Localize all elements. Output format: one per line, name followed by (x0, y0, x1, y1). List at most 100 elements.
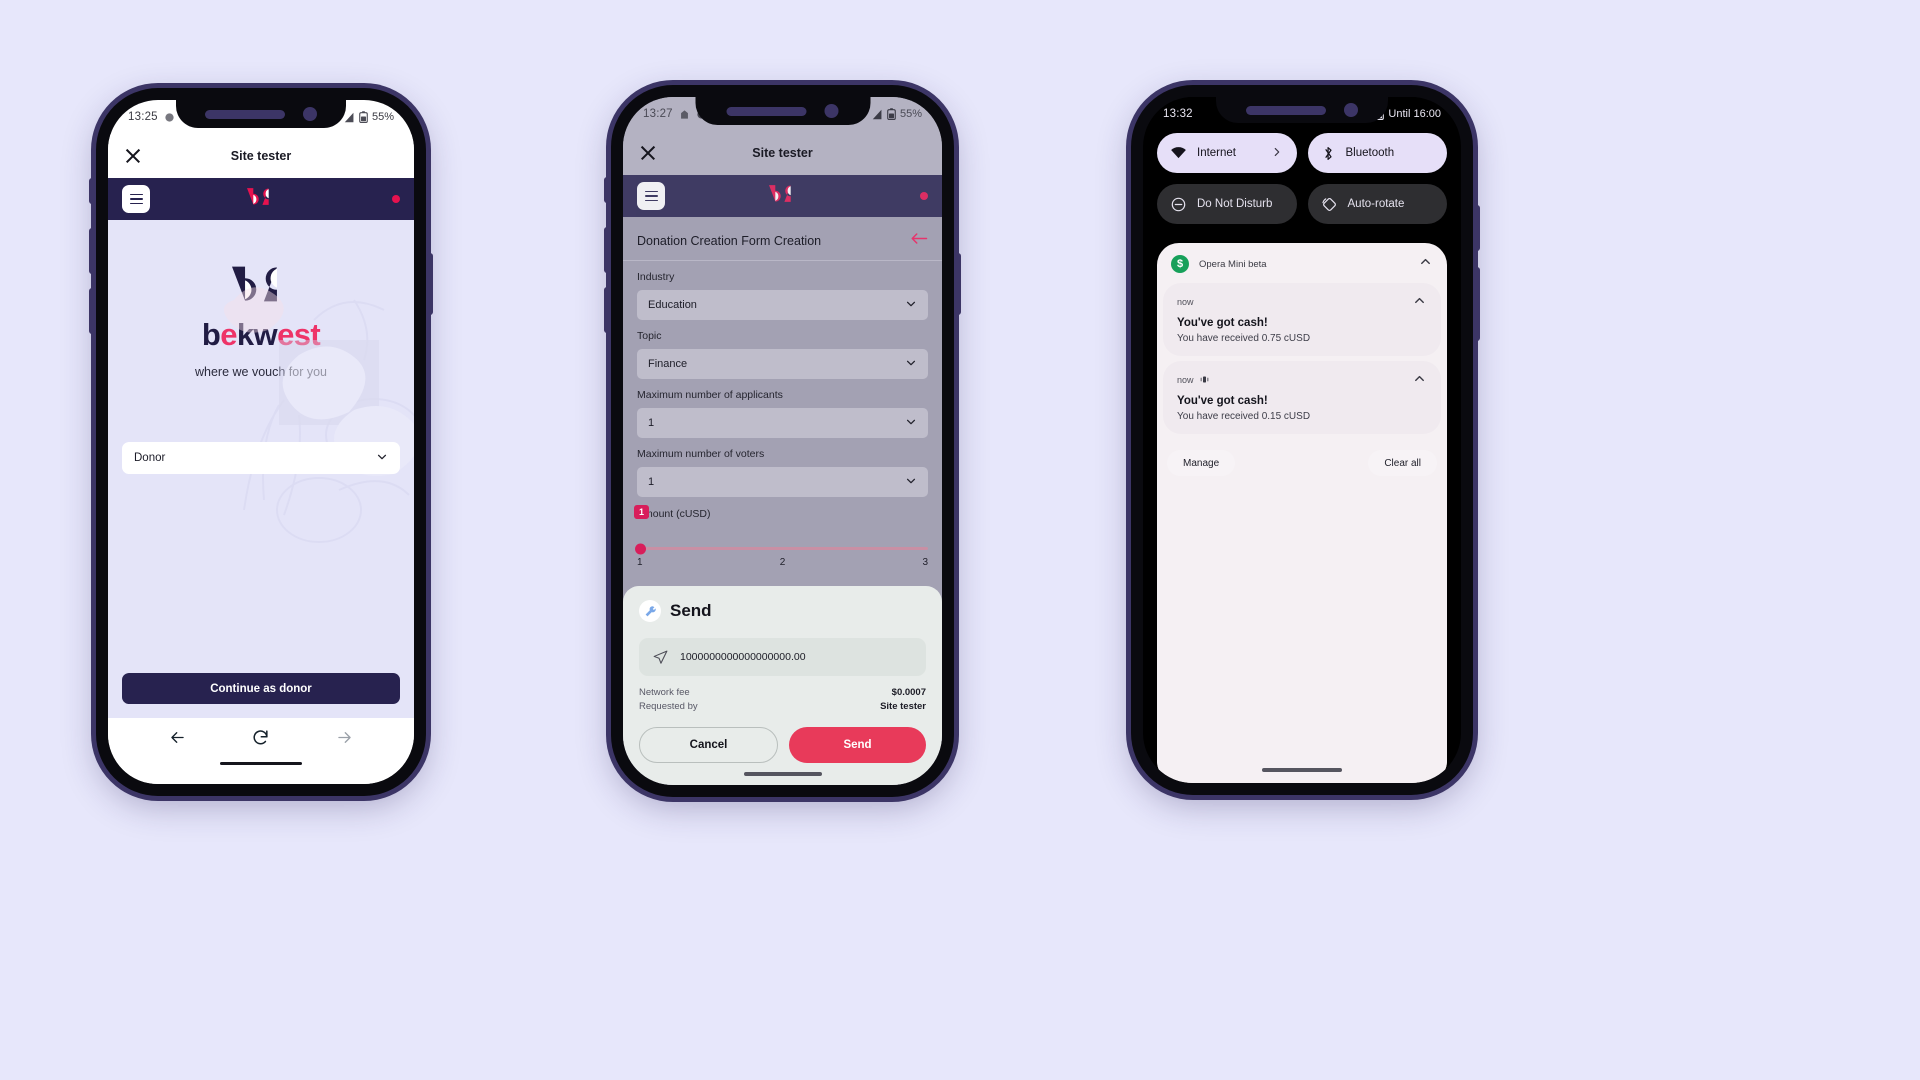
field-max-applicants: Maximum number of applicants 1 (623, 379, 942, 438)
qs-label-internet: Internet (1197, 147, 1236, 159)
battery-percent: 55% (899, 108, 922, 120)
reload-icon[interactable] (251, 728, 270, 752)
earpiece-speaker (1246, 105, 1326, 115)
chevron-up-icon[interactable] (1412, 293, 1427, 310)
qs-tile-do-not-disturb[interactable]: Do Not Disturb (1157, 184, 1297, 224)
cancel-button[interactable]: Cancel (639, 727, 778, 763)
quick-settings-panel: Internet Bluetooth Do Not Disturb Auto-r… (1143, 131, 1461, 235)
form-header: Donation Creation Form Creation (623, 217, 942, 261)
send-bottom-sheet: Send 1000000000000000000.00 Network fee … (623, 586, 942, 785)
notification-app-name: Opera Mini beta (1199, 258, 1267, 270)
home-indicator[interactable] (1262, 768, 1342, 772)
phone-3-frame: 13:32 Until 16:00 Internet Bluetooth Do … (1131, 85, 1480, 795)
notification-dot (920, 192, 928, 200)
phone1-volume-up-button[interactable] (89, 228, 95, 274)
quick-settings-row-2: Do Not Disturb Auto-rotate (1157, 184, 1447, 224)
close-icon[interactable] (639, 144, 657, 162)
amount-label: Amount (cUSD) (637, 508, 711, 520)
do-not-disturb-icon (1171, 197, 1186, 212)
home-indicator[interactable] (220, 762, 302, 766)
phone1-dynamic-island (176, 100, 346, 128)
status-time: 13:32 (1163, 108, 1193, 120)
qs-tile-internet[interactable]: Internet (1157, 133, 1297, 173)
send-amount-field[interactable]: 1000000000000000000.00 (639, 638, 926, 676)
chevron-down-icon (905, 298, 917, 313)
arrow-left-icon[interactable] (168, 728, 187, 752)
phone3-screen: 13:32 Until 16:00 Internet Bluetooth Do … (1143, 97, 1461, 783)
phone2-volume-up-button[interactable] (604, 227, 610, 273)
phone1-mute-button[interactable] (89, 178, 95, 204)
max-voters-select[interactable]: 1 (637, 467, 928, 497)
notification-meta: now (1177, 293, 1427, 310)
phone3-home-indicator-area (1157, 757, 1447, 783)
phone2-mute-button[interactable] (604, 177, 610, 203)
send-amount-value: 1000000000000000000.00 (680, 651, 806, 663)
notification-item[interactable]: now You've got cash! You have received 0… (1163, 361, 1441, 434)
phone1-power-button[interactable] (427, 253, 433, 315)
phone3-power-button[interactable] (1474, 205, 1480, 251)
wordmark-part-4: est (277, 317, 321, 352)
opera-mini-app-icon: $ (1171, 255, 1189, 273)
phone1-app-header (108, 178, 414, 220)
amount-slider-wrap: 1 1 2 3 (623, 505, 942, 568)
phone2-app-header (623, 175, 942, 217)
slider-tick-min: 1 (637, 557, 643, 568)
field-label: Maximum number of voters (637, 448, 765, 460)
vibrate-icon (1200, 375, 1209, 384)
close-icon[interactable] (124, 147, 142, 165)
notification-time: now (1177, 374, 1194, 385)
field-topic: Topic Finance (623, 320, 942, 379)
send-button[interactable]: Send (789, 727, 926, 763)
clear-all-button[interactable]: Clear all (1368, 450, 1437, 476)
status-time: 13:25 (128, 111, 158, 123)
wordmark-part-3: kw (236, 317, 278, 352)
network-fee-value: $0.0007 (891, 687, 926, 698)
notification-body: You have received 0.75 cUSD (1177, 333, 1311, 344)
continue-as-donor-button[interactable]: Continue as donor (122, 673, 400, 704)
status-app-icon-1 (164, 112, 175, 123)
tooltip-badge: 1 (634, 505, 650, 519)
role-select[interactable]: Donor (122, 442, 400, 474)
earpiece-speaker (726, 106, 807, 116)
field-industry: Industry Education (623, 261, 942, 320)
notification-app-header[interactable]: $ Opera Mini beta (1157, 243, 1447, 283)
hamburger-menu-icon[interactable] (637, 182, 665, 210)
notification-item[interactable]: now You've got cash! You have received 0… (1163, 283, 1441, 356)
phone3-volume-button[interactable] (1474, 267, 1480, 341)
amount-slider[interactable] (635, 543, 928, 554)
phone1-hero-section: bekwest where we vouch for you Donor (108, 220, 414, 665)
notification-shade: $ Opera Mini beta now You've got cash! Y… (1157, 243, 1447, 783)
slider-tick-mid: 2 (779, 557, 786, 568)
qs-tile-bluetooth[interactable]: Bluetooth (1307, 133, 1447, 173)
browser-title: Site tester (752, 146, 813, 160)
max-applicants-select[interactable]: 1 (637, 408, 928, 438)
phone1-volume-down-button[interactable] (89, 288, 95, 334)
chevron-up-icon[interactable] (1412, 371, 1427, 388)
qs-label-auto-rotate: Auto-rotate (1347, 198, 1405, 210)
industry-select[interactable]: Education (637, 290, 928, 320)
arrow-left-icon[interactable] (910, 231, 928, 251)
phone1-browser-nav (108, 718, 414, 762)
manage-button[interactable]: Manage (1167, 450, 1236, 476)
field-max-voters: Maximum number of voters 1 (623, 438, 942, 497)
phone2-volume-down-button[interactable] (604, 287, 610, 333)
browser-title: Site tester (230, 149, 292, 163)
network-fee-row: Network fee $0.0007 (639, 687, 926, 698)
hamburger-menu-icon[interactable] (122, 185, 150, 213)
phone2-screen: 13:27 55% Site tester Donation Creation … (623, 97, 942, 785)
arrow-right-icon[interactable] (335, 728, 354, 752)
home-indicator[interactable] (743, 772, 822, 776)
notification-title: You've got cash! (1177, 395, 1268, 407)
phone2-power-button[interactable] (955, 253, 961, 315)
qs-label-dnd: Do Not Disturb (1197, 198, 1273, 210)
chevron-down-icon (905, 357, 917, 372)
topic-select[interactable]: Finance (637, 349, 928, 379)
qs-tile-auto-rotate[interactable]: Auto-rotate (1307, 184, 1447, 224)
front-camera (1344, 103, 1358, 117)
phone2-browser-bar: Site tester (623, 131, 942, 175)
topic-value: Finance (648, 358, 688, 370)
slider-thumb[interactable] (635, 543, 646, 554)
chevron-right-icon[interactable] (1271, 146, 1283, 161)
front-camera (824, 104, 839, 118)
chevron-up-icon[interactable] (1418, 254, 1433, 274)
